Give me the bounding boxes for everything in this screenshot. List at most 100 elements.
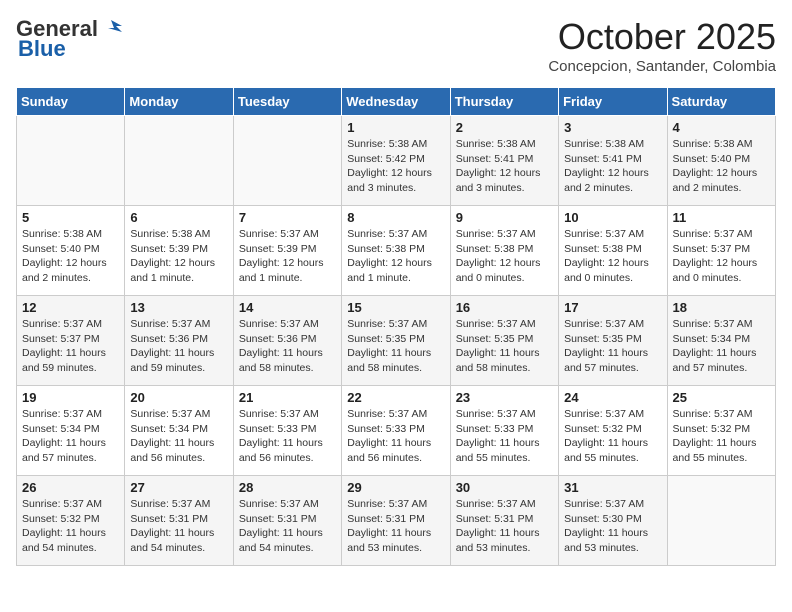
day-number: 23 bbox=[456, 390, 553, 405]
calendar-week-2: 5 Sunrise: 5:38 AM Sunset: 5:40 PM Daylig… bbox=[17, 206, 776, 296]
calendar-cell: 13 Sunrise: 5:37 AM Sunset: 5:36 PM Dayli… bbox=[125, 296, 233, 386]
day-number: 18 bbox=[673, 300, 770, 315]
day-info: Sunrise: 5:37 AM Sunset: 5:31 PM Dayligh… bbox=[456, 497, 553, 556]
day-info: Sunrise: 5:38 AM Sunset: 5:41 PM Dayligh… bbox=[564, 137, 661, 196]
location-subtitle: Concepcion, Santander, Colombia bbox=[548, 58, 776, 75]
day-number: 20 bbox=[130, 390, 227, 405]
day-info: Sunrise: 5:37 AM Sunset: 5:33 PM Dayligh… bbox=[239, 407, 336, 466]
day-number: 24 bbox=[564, 390, 661, 405]
page-header: General Blue October 2025 Concepcion, Sa… bbox=[16, 16, 776, 75]
day-info: Sunrise: 5:37 AM Sunset: 5:38 PM Dayligh… bbox=[564, 227, 661, 286]
day-info: Sunrise: 5:38 AM Sunset: 5:39 PM Dayligh… bbox=[130, 227, 227, 286]
day-number: 31 bbox=[564, 480, 661, 495]
calendar-cell: 15 Sunrise: 5:37 AM Sunset: 5:35 PM Dayli… bbox=[342, 296, 450, 386]
calendar-cell: 5 Sunrise: 5:38 AM Sunset: 5:40 PM Daylig… bbox=[17, 206, 125, 296]
calendar-cell: 25Sunrise: 5:37 AM Sunset: 5:32 PM Dayli… bbox=[667, 386, 775, 476]
day-info: Sunrise: 5:37 AM Sunset: 5:33 PM Dayligh… bbox=[347, 407, 444, 466]
day-number: 13 bbox=[130, 300, 227, 315]
day-number: 1 bbox=[347, 120, 444, 135]
calendar-week-3: 12 Sunrise: 5:37 AM Sunset: 5:37 PM Dayli… bbox=[17, 296, 776, 386]
calendar-cell: 21 Sunrise: 5:37 AM Sunset: 5:33 PM Dayli… bbox=[233, 386, 341, 476]
day-info: Sunrise: 5:37 AM Sunset: 5:31 PM Dayligh… bbox=[239, 497, 336, 556]
calendar-week-4: 19 Sunrise: 5:37 AM Sunset: 5:34 PM Dayli… bbox=[17, 386, 776, 476]
weekday-header-monday: Monday bbox=[125, 88, 233, 116]
day-info: Sunrise: 5:38 AM Sunset: 5:41 PM Dayligh… bbox=[456, 137, 553, 196]
calendar-cell: 12 Sunrise: 5:37 AM Sunset: 5:37 PM Dayli… bbox=[17, 296, 125, 386]
day-number: 22 bbox=[347, 390, 444, 405]
calendar-cell: 20 Sunrise: 5:37 AM Sunset: 5:34 PM Dayli… bbox=[125, 386, 233, 476]
day-info: Sunrise: 5:37 AM Sunset: 5:36 PM Dayligh… bbox=[130, 317, 227, 376]
calendar-week-5: 26 Sunrise: 5:37 AM Sunset: 5:32 PM Dayli… bbox=[17, 476, 776, 566]
calendar-table: SundayMondayTuesdayWednesdayThursdayFrid… bbox=[16, 87, 776, 566]
calendar-cell: 31 Sunrise: 5:37 AM Sunset: 5:30 PM Dayli… bbox=[559, 476, 667, 566]
weekday-header-tuesday: Tuesday bbox=[233, 88, 341, 116]
day-number: 14 bbox=[239, 300, 336, 315]
calendar-cell: 17Sunrise: 5:37 AM Sunset: 5:35 PM Dayli… bbox=[559, 296, 667, 386]
logo-bird-icon bbox=[100, 16, 122, 38]
day-info: Sunrise: 5:37 AM Sunset: 5:31 PM Dayligh… bbox=[347, 497, 444, 556]
calendar-cell: 3 Sunrise: 5:38 AM Sunset: 5:41 PM Daylig… bbox=[559, 116, 667, 206]
day-info: Sunrise: 5:37 AM Sunset: 5:38 PM Dayligh… bbox=[347, 227, 444, 286]
day-number: 11 bbox=[673, 210, 770, 225]
weekday-header-wednesday: Wednesday bbox=[342, 88, 450, 116]
day-info: Sunrise: 5:37 AM Sunset: 5:32 PM Dayligh… bbox=[564, 407, 661, 466]
calendar-cell: 7Sunrise: 5:37 AM Sunset: 5:39 PM Daylig… bbox=[233, 206, 341, 296]
weekday-header-saturday: Saturday bbox=[667, 88, 775, 116]
calendar-cell: 11 Sunrise: 5:37 AM Sunset: 5:37 PM Dayli… bbox=[667, 206, 775, 296]
day-info: Sunrise: 5:37 AM Sunset: 5:35 PM Dayligh… bbox=[347, 317, 444, 376]
weekday-header-thursday: Thursday bbox=[450, 88, 558, 116]
day-number: 26 bbox=[22, 480, 119, 495]
calendar-cell: 9Sunrise: 5:37 AM Sunset: 5:38 PM Daylig… bbox=[450, 206, 558, 296]
weekday-header-sunday: Sunday bbox=[17, 88, 125, 116]
day-number: 28 bbox=[239, 480, 336, 495]
day-number: 25 bbox=[673, 390, 770, 405]
day-info: Sunrise: 5:37 AM Sunset: 5:30 PM Dayligh… bbox=[564, 497, 661, 556]
calendar-cell: 4 Sunrise: 5:38 AM Sunset: 5:40 PM Daylig… bbox=[667, 116, 775, 206]
day-number: 19 bbox=[22, 390, 119, 405]
day-info: Sunrise: 5:37 AM Sunset: 5:34 PM Dayligh… bbox=[130, 407, 227, 466]
calendar-cell: 27Sunrise: 5:37 AM Sunset: 5:31 PM Dayli… bbox=[125, 476, 233, 566]
day-info: Sunrise: 5:37 AM Sunset: 5:39 PM Dayligh… bbox=[239, 227, 336, 286]
logo: General Blue bbox=[16, 16, 122, 62]
day-number: 2 bbox=[456, 120, 553, 135]
calendar-cell: 30Sunrise: 5:37 AM Sunset: 5:31 PM Dayli… bbox=[450, 476, 558, 566]
day-number: 8 bbox=[347, 210, 444, 225]
day-number: 21 bbox=[239, 390, 336, 405]
calendar-header-row: SundayMondayTuesdayWednesdayThursdayFrid… bbox=[17, 88, 776, 116]
calendar-cell: 19 Sunrise: 5:37 AM Sunset: 5:34 PM Dayli… bbox=[17, 386, 125, 476]
calendar-cell bbox=[233, 116, 341, 206]
calendar-cell: 8 Sunrise: 5:37 AM Sunset: 5:38 PM Daylig… bbox=[342, 206, 450, 296]
calendar-cell bbox=[17, 116, 125, 206]
day-info: Sunrise: 5:38 AM Sunset: 5:40 PM Dayligh… bbox=[673, 137, 770, 196]
calendar-cell: 16 Sunrise: 5:37 AM Sunset: 5:35 PM Dayli… bbox=[450, 296, 558, 386]
day-info: Sunrise: 5:37 AM Sunset: 5:37 PM Dayligh… bbox=[673, 227, 770, 286]
day-info: Sunrise: 5:37 AM Sunset: 5:36 PM Dayligh… bbox=[239, 317, 336, 376]
day-info: Sunrise: 5:37 AM Sunset: 5:35 PM Dayligh… bbox=[456, 317, 553, 376]
calendar-cell: 6Sunrise: 5:38 AM Sunset: 5:39 PM Daylig… bbox=[125, 206, 233, 296]
day-number: 10 bbox=[564, 210, 661, 225]
day-info: Sunrise: 5:37 AM Sunset: 5:31 PM Dayligh… bbox=[130, 497, 227, 556]
calendar-cell: 14 Sunrise: 5:37 AM Sunset: 5:36 PM Dayli… bbox=[233, 296, 341, 386]
calendar-cell: 28 Sunrise: 5:37 AM Sunset: 5:31 PM Dayli… bbox=[233, 476, 341, 566]
day-number: 4 bbox=[673, 120, 770, 135]
calendar-cell: 22 Sunrise: 5:37 AM Sunset: 5:33 PM Dayli… bbox=[342, 386, 450, 476]
day-info: Sunrise: 5:38 AM Sunset: 5:42 PM Dayligh… bbox=[347, 137, 444, 196]
day-info: Sunrise: 5:37 AM Sunset: 5:37 PM Dayligh… bbox=[22, 317, 119, 376]
month-title: October 2025 bbox=[548, 16, 776, 58]
weekday-header-friday: Friday bbox=[559, 88, 667, 116]
day-number: 3 bbox=[564, 120, 661, 135]
day-number: 12 bbox=[22, 300, 119, 315]
calendar-cell: 1 Sunrise: 5:38 AM Sunset: 5:42 PM Daylig… bbox=[342, 116, 450, 206]
calendar-cell: 29Sunrise: 5:37 AM Sunset: 5:31 PM Dayli… bbox=[342, 476, 450, 566]
day-info: Sunrise: 5:37 AM Sunset: 5:32 PM Dayligh… bbox=[22, 497, 119, 556]
calendar-week-1: 1 Sunrise: 5:38 AM Sunset: 5:42 PM Daylig… bbox=[17, 116, 776, 206]
day-number: 16 bbox=[456, 300, 553, 315]
calendar-cell: 23Sunrise: 5:37 AM Sunset: 5:33 PM Dayli… bbox=[450, 386, 558, 476]
calendar-cell bbox=[125, 116, 233, 206]
title-block: October 2025 Concepcion, Santander, Colo… bbox=[548, 16, 776, 75]
day-number: 5 bbox=[22, 210, 119, 225]
day-info: Sunrise: 5:38 AM Sunset: 5:40 PM Dayligh… bbox=[22, 227, 119, 286]
day-info: Sunrise: 5:37 AM Sunset: 5:34 PM Dayligh… bbox=[22, 407, 119, 466]
day-number: 15 bbox=[347, 300, 444, 315]
day-number: 9 bbox=[456, 210, 553, 225]
